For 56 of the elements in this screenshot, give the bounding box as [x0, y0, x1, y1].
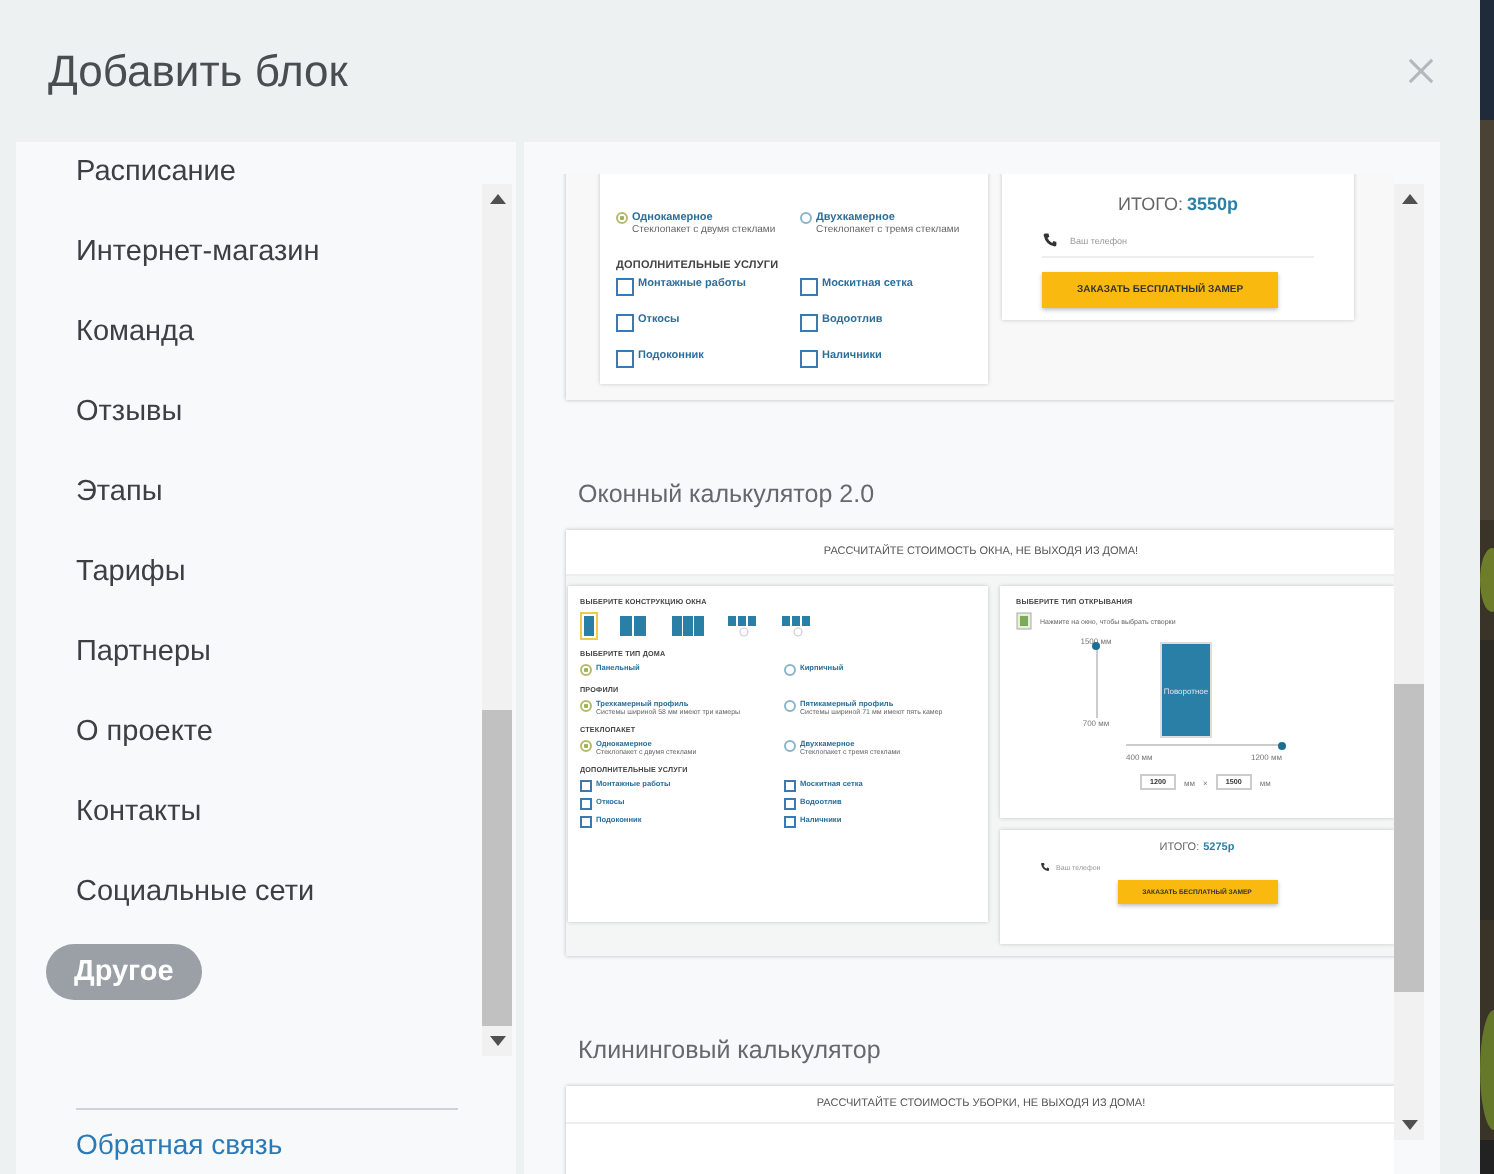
scroll-up-icon[interactable] [489, 194, 505, 204]
radio-button[interactable] [784, 664, 796, 676]
radio-button[interactable] [784, 740, 796, 752]
category-item[interactable]: Команда [46, 304, 225, 360]
category-item[interactable]: Этапы [46, 464, 193, 520]
scrollbar[interactable] [1394, 184, 1424, 1140]
feedback-link[interactable]: Обратная связь [76, 1128, 283, 1160]
checkbox[interactable] [580, 816, 592, 828]
radio-button[interactable] [580, 664, 592, 676]
checkbox[interactable] [784, 780, 796, 792]
scroll-down-icon[interactable] [1401, 1120, 1417, 1130]
category-item[interactable]: Контакты [46, 784, 232, 840]
slider-thumb[interactable] [1092, 642, 1100, 650]
category-item[interactable]: Интернет-магазин [46, 224, 350, 280]
scrollbar-thumb[interactable] [482, 710, 512, 1026]
checkbox[interactable] [580, 798, 592, 810]
radio-button[interactable] [616, 212, 628, 224]
window-type-icon[interactable] [670, 612, 706, 640]
total-value: 3550р [1186, 194, 1238, 214]
block-title: Оконный калькулятор 2.0 [578, 480, 877, 508]
scrollbar-thumb[interactable] [1394, 684, 1424, 992]
scrollbar[interactable] [482, 184, 512, 1056]
block-preview[interactable] [566, 174, 1394, 400]
category-item[interactable]: Расписание [46, 156, 266, 200]
checkbox[interactable] [616, 278, 634, 296]
scroll-down-icon[interactable] [489, 1036, 505, 1046]
total-label: ИТОГО: [1118, 194, 1183, 214]
block-preview[interactable] [566, 530, 1394, 956]
checkbox[interactable] [800, 278, 818, 296]
category-item[interactable]: Тарифы [46, 544, 216, 600]
checkbox[interactable] [616, 314, 634, 332]
checkbox[interactable] [616, 350, 634, 368]
category-item[interactable]: Отзывы [46, 384, 213, 440]
checkbox[interactable] [784, 816, 796, 828]
category-item[interactable]: Социальные сети [46, 864, 345, 920]
radio-button[interactable] [580, 700, 592, 712]
slider-thumb[interactable] [1278, 741, 1286, 749]
dialog-title: Добавить блок [48, 45, 348, 97]
radio-button[interactable] [800, 212, 812, 224]
window-type-icon[interactable] [724, 612, 760, 640]
window-type-icon[interactable] [778, 612, 814, 640]
window-type-icon[interactable] [616, 612, 652, 640]
checkbox[interactable] [800, 314, 818, 332]
checkbox[interactable] [580, 780, 592, 792]
category-item[interactable]: О проекте [46, 704, 243, 760]
window-type-icon[interactable] [580, 612, 598, 640]
phone-icon [1040, 862, 1050, 872]
radio-button[interactable] [784, 700, 796, 712]
scroll-up-icon[interactable] [1401, 194, 1417, 204]
checkbox[interactable] [800, 350, 818, 368]
block-title: Клининговый калькулятор [578, 1036, 883, 1064]
checkbox[interactable] [784, 798, 796, 810]
phone-icon [1042, 232, 1058, 248]
category-item[interactable]: Партнеры [46, 624, 241, 680]
radio-button[interactable] [580, 740, 592, 752]
window-icon [1016, 612, 1032, 630]
